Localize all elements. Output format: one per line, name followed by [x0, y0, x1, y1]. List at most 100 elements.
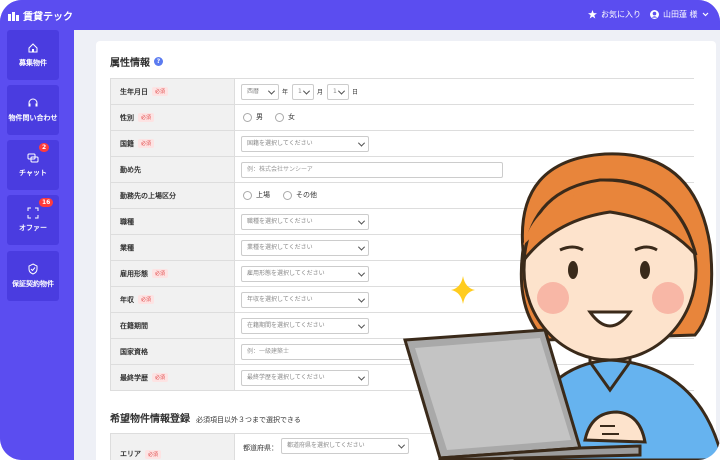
- field-label: エリア: [120, 450, 141, 458]
- select-placeholder: 雇用形態を選択してください: [247, 270, 325, 277]
- input-placeholder: 例：株式会社サンシーア: [247, 166, 313, 173]
- prefecture-select[interactable]: 都道府県を選択してください: [281, 438, 409, 454]
- sidebar: 募集物件 物件問い合わせ 2 チャット 16 オファー 保証契約物件: [0, 30, 74, 460]
- field-label: 生年月日: [120, 87, 148, 96]
- listing-radio-other[interactable]: その他: [283, 190, 317, 200]
- favorites-label: お気に入り: [601, 10, 641, 19]
- offer-icon: [27, 207, 39, 219]
- field-label: 性別: [120, 113, 134, 122]
- radio-circle[interactable]: [283, 190, 292, 200]
- radio-label: 女: [288, 113, 295, 121]
- gender-radio-male[interactable]: 男: [243, 112, 263, 122]
- radio-circle[interactable]: [275, 112, 284, 122]
- logo-icon: [8, 11, 19, 21]
- field-label: 年収: [120, 295, 134, 304]
- job-type-select[interactable]: 職種を選択してください: [241, 214, 369, 230]
- sidebar-item-label: 物件問い合わせ: [8, 114, 58, 122]
- chevron-down-icon: [357, 295, 366, 303]
- sidebar-item-label: チャット: [19, 169, 47, 177]
- chat-icon: [27, 153, 39, 163]
- employment-select[interactable]: 雇用形態を選択してください: [241, 266, 369, 282]
- day-select[interactable]: 1: [327, 84, 349, 100]
- chevron-down-icon: [337, 87, 346, 95]
- chevron-down-icon: [357, 243, 366, 251]
- required-badge: 必須: [138, 295, 155, 304]
- prefecture-label: 都道府県：: [243, 444, 278, 452]
- app-window: 賃貸テック お気に入り 山田蓮 様 募集物件 物件問い合わせ 2 チャット 16: [0, 0, 720, 460]
- month-select[interactable]: 1: [292, 84, 314, 100]
- sidebar-item-listings[interactable]: 募集物件: [7, 30, 59, 80]
- headset-icon: [28, 98, 38, 107]
- select-placeholder: 都道府県を選択してください: [287, 442, 365, 449]
- select-placeholder: 業種を選択してください: [247, 244, 313, 251]
- logo[interactable]: 賃貸テック: [8, 8, 73, 23]
- field-label: 勤務先の上場区分: [120, 191, 176, 200]
- help-icon[interactable]: ?: [154, 57, 163, 66]
- required-badge: 必須: [138, 113, 155, 122]
- required-badge: 必須: [145, 449, 162, 459]
- required-badge: 必須: [152, 87, 169, 96]
- sidebar-item-label: オファー: [19, 224, 47, 232]
- tenure-select[interactable]: 在籍期間を選択してください: [241, 318, 369, 334]
- field-label: 業種: [120, 243, 134, 252]
- user-icon: [650, 10, 659, 19]
- sidebar-item-contracts[interactable]: 保証契約物件: [7, 251, 59, 301]
- chevron-down-icon: [357, 373, 366, 381]
- favorites-link[interactable]: お気に入り: [588, 9, 641, 20]
- sidebar-item-chat[interactable]: 2 チャット: [7, 140, 59, 190]
- day-unit: 日: [352, 89, 359, 96]
- top-bar: 賃貸テック お気に入り 山田蓮 様: [0, 0, 720, 30]
- gender-radio-female[interactable]: 女: [275, 112, 295, 122]
- section-title: 属性情報 ?: [110, 54, 163, 69]
- income-select[interactable]: 年収を選択してください: [241, 292, 369, 308]
- field-label: 雇用形態: [120, 269, 148, 278]
- sidebar-item-inquiries[interactable]: 物件問い合わせ: [7, 85, 59, 135]
- required-badge: 必須: [138, 139, 155, 148]
- radio-circle[interactable]: [243, 112, 252, 122]
- woman-with-laptop-illustration: [403, 152, 720, 460]
- select-placeholder: 国籍を選択してください: [247, 140, 313, 147]
- section2-title: 希望物件情報登録: [110, 414, 190, 425]
- sidebar-item-offers[interactable]: 16 オファー: [7, 195, 59, 245]
- industry-select[interactable]: 業種を選択してください: [241, 240, 369, 256]
- chat-badge: 2: [39, 143, 50, 152]
- month-value: 1: [298, 88, 302, 95]
- chevron-down-icon: [267, 87, 276, 95]
- section2-subtitle: 必須項目以外３つまで選択できる: [196, 416, 301, 424]
- select-placeholder: 年収を選択してください: [247, 296, 313, 303]
- select-placeholder: 在籍期間を選択してください: [247, 322, 325, 329]
- year-unit: 年: [282, 89, 289, 96]
- listing-radio-listed[interactable]: 上場: [243, 190, 270, 200]
- select-placeholder: 最終学歴を選択してください: [247, 374, 325, 381]
- user-menu[interactable]: 山田蓮 様: [650, 9, 709, 20]
- form-row-gender: 性別 必須 男 女: [110, 105, 694, 131]
- form-row-birth: 生年月日 必須 西暦 年 1 月 1 日: [110, 79, 694, 105]
- radio-label: 男: [256, 113, 263, 121]
- field-label: 在籍期間: [120, 321, 148, 330]
- select-placeholder: 職種を選択してください: [247, 218, 313, 225]
- star-icon: [588, 10, 597, 19]
- user-name: 山田蓮 様: [663, 10, 698, 19]
- chevron-down-icon: [357, 139, 366, 147]
- section-title-text: 属性情報: [110, 58, 150, 69]
- logo-text: 賃貸テック: [23, 12, 73, 23]
- input-placeholder: 例：一級建築士: [247, 348, 290, 355]
- education-select[interactable]: 最終学歴を選択してください: [241, 370, 369, 386]
- required-badge: 必須: [152, 373, 169, 382]
- field-label: 国籍: [120, 139, 134, 148]
- month-unit: 月: [317, 89, 324, 96]
- contract-icon: [28, 263, 38, 275]
- nationality-select[interactable]: 国籍を選択してください: [241, 136, 369, 152]
- era-value: 西暦: [247, 88, 260, 95]
- chevron-down-icon: [357, 269, 366, 277]
- chevron-down-icon: [702, 12, 708, 17]
- field-label: 勤め先: [120, 165, 141, 174]
- era-select[interactable]: 西暦: [241, 84, 279, 100]
- sidebar-item-label: 募集物件: [19, 59, 47, 67]
- chevron-down-icon: [357, 217, 366, 225]
- radio-label: 上場: [256, 191, 270, 199]
- radio-circle[interactable]: [243, 190, 252, 200]
- section-title-2: 希望物件情報登録 必須項目以外３つまで選択できる: [110, 410, 301, 425]
- radio-label: その他: [296, 191, 317, 199]
- sparkle-icon: [451, 276, 475, 304]
